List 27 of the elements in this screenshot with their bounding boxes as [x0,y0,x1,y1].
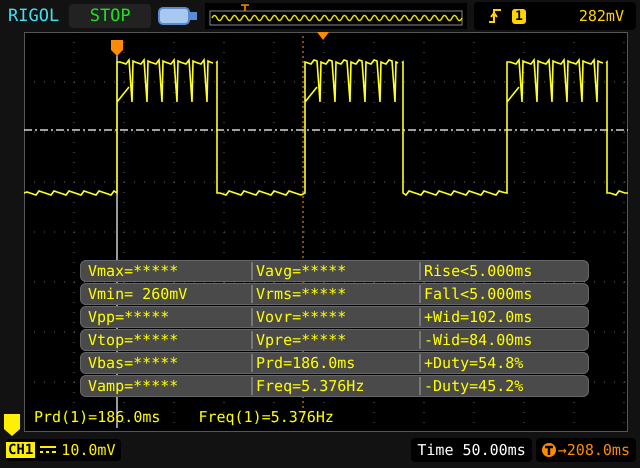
measurement-value: Freq=5.376Hz [251,377,416,395]
measurement-value: Vtop=***** [87,331,180,349]
measurement-value: Vbas=***** [87,354,180,372]
measurement-value: +Duty=54.8% [419,354,584,372]
vertical-scale: 10.0mV [61,441,116,459]
measurement-value: Vamp=***** [87,377,180,395]
timebase-value: Time 50.00ms [411,438,532,462]
measurement-value: +Wid=102.0ms [419,308,584,326]
measurement-readout: Freq(1)=5.376Hz [198,408,334,426]
brand-logo: RIGOL [7,5,60,28]
measurement-value: Vovr=***** [251,308,416,326]
measurement-value: Vpre=***** [251,331,416,349]
measurement-value: -Duty=45.2% [419,377,584,395]
run-state-indicator: STOP [69,4,152,28]
measurement-value: Fall<5.000ms [419,285,584,303]
trigger-offset-value: →208.0ms [558,441,630,459]
measurement-value: Prd=186.0ms [251,354,416,372]
measurement-value: Vmin= 260mV [87,285,188,303]
channel-label: CH1 [6,442,36,458]
channel-badge: 1 [512,8,526,24]
measurement-value: Rise<5.000ms [419,262,584,280]
measurement-value: Vmax=***** [87,262,180,280]
measurement-value: -Wid=84.00ms [419,331,584,349]
measurement-value: Vavg=***** [251,262,416,280]
measurement-value: Vrms=***** [251,285,416,303]
measurement-value: Vpp=***** [87,308,170,326]
trigger-level: 282mV [578,7,624,25]
